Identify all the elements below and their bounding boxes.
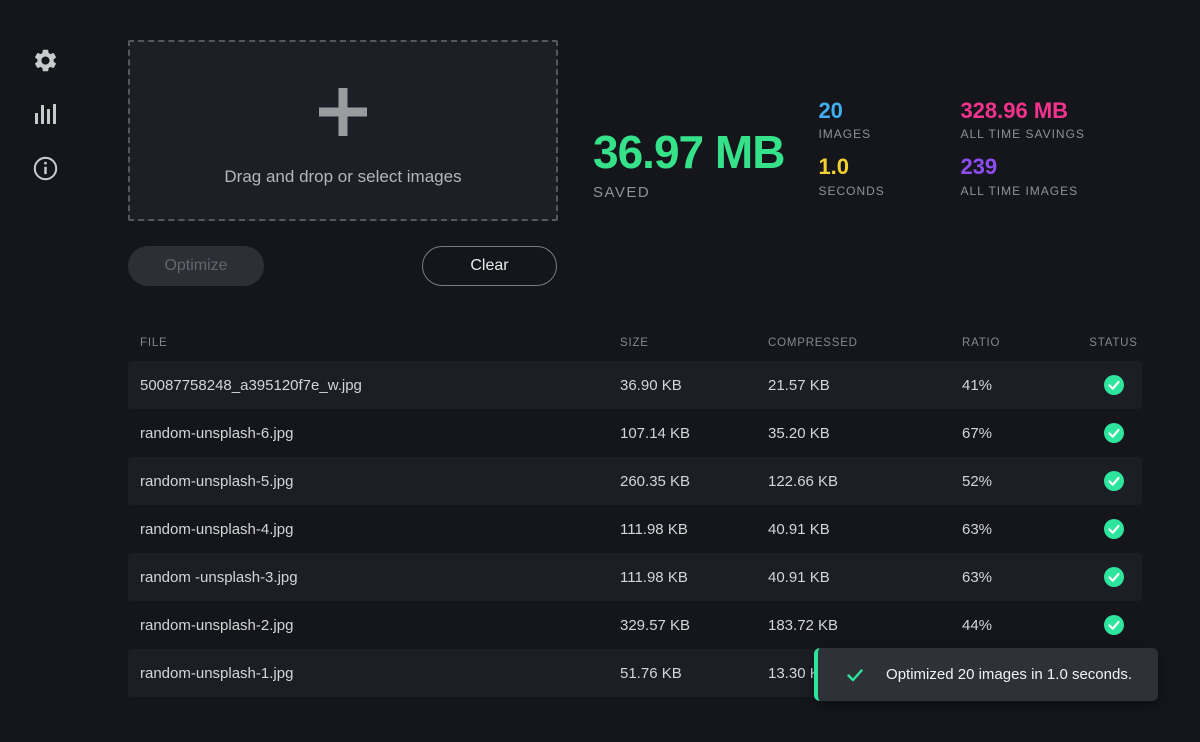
- file-name-cell: random-unsplash-1.jpg: [140, 665, 620, 682]
- column-header-compressed: COMPRESSED: [768, 337, 962, 349]
- success-check-icon: [1104, 423, 1124, 443]
- ratio-cell: 63%: [962, 569, 1085, 586]
- stat-label: ALL TIME IMAGES: [960, 184, 1084, 198]
- bar-chart-icon: [32, 101, 58, 127]
- column-header-ratio: RATIO: [962, 337, 1085, 349]
- results-table: FILE SIZE COMPRESSED RATIO STATUS 500877…: [128, 330, 1142, 697]
- ratio-cell: 41%: [962, 377, 1085, 394]
- size-cell: 260.35 KB: [620, 473, 768, 490]
- status-cell: [1085, 615, 1142, 635]
- success-check-icon: [1104, 615, 1124, 635]
- stat-label: ALL TIME SAVINGS: [960, 127, 1084, 141]
- table-row: random -unsplash-3.jpg111.98 KB40.91 KB6…: [128, 553, 1142, 601]
- ratio-cell: 67%: [962, 425, 1085, 442]
- size-cell: 111.98 KB: [620, 521, 768, 538]
- stat-label: SECONDS: [818, 184, 960, 198]
- clear-button[interactable]: Clear: [422, 246, 557, 286]
- compressed-cell: 122.66 KB: [768, 473, 962, 490]
- actions-row: Optimize Clear: [128, 246, 1142, 286]
- compressed-cell: 35.20 KB: [768, 425, 962, 442]
- dropzone[interactable]: Drag and drop or select images: [128, 40, 558, 221]
- file-name-cell: random-unsplash-6.jpg: [140, 425, 620, 442]
- ratio-cell: 63%: [962, 521, 1085, 538]
- file-name-cell: 50087758248_a395120f7e_w.jpg: [140, 377, 620, 394]
- stat-value: 1.0: [818, 154, 960, 179]
- table-row: random-unsplash-6.jpg107.14 KB35.20 KB67…: [128, 409, 1142, 457]
- stat-value: 328.96 MB: [960, 98, 1084, 123]
- size-cell: 51.76 KB: [620, 665, 768, 682]
- plus-icon: [319, 88, 367, 141]
- settings-button[interactable]: [31, 46, 59, 74]
- stat-value: 239: [960, 154, 1084, 179]
- compressed-cell: 40.91 KB: [768, 569, 962, 586]
- stat-item: 1.0 SECONDS: [818, 154, 960, 197]
- status-cell: [1085, 423, 1142, 443]
- compressed-cell: 21.57 KB: [768, 377, 962, 394]
- size-cell: 36.90 KB: [620, 377, 768, 394]
- file-name-cell: random-unsplash-4.jpg: [140, 521, 620, 538]
- stat-label: IMAGES: [818, 127, 960, 141]
- stat-value: 20: [818, 98, 960, 123]
- stat-item: 239 ALL TIME IMAGES: [960, 154, 1084, 197]
- stat-grid: 20 IMAGES 1.0 SECONDS 328.96 MB ALL TIME SAVI…: [818, 98, 1084, 198]
- column-header-size: SIZE: [620, 337, 768, 349]
- toast-message: Optimized 20 images in 1.0 seconds.: [886, 666, 1132, 683]
- table-row: random-unsplash-2.jpg329.57 KB183.72 KB4…: [128, 601, 1142, 649]
- status-cell: [1085, 471, 1142, 491]
- success-check-icon: [1104, 375, 1124, 395]
- table-header: FILE SIZE COMPRESSED RATIO STATUS: [128, 330, 1142, 356]
- saved-label: SAVED: [593, 184, 784, 201]
- main-content: Drag and drop or select images 36.97 MB …: [128, 40, 1142, 697]
- optimize-button[interactable]: Optimize: [128, 246, 264, 286]
- status-cell: [1085, 567, 1142, 587]
- table-row: random-unsplash-5.jpg260.35 KB122.66 KB5…: [128, 457, 1142, 505]
- compressed-cell: 40.91 KB: [768, 521, 962, 538]
- file-name-cell: random -unsplash-3.jpg: [140, 569, 620, 586]
- dropzone-label: Drag and drop or select images: [224, 167, 461, 187]
- stat-item: 328.96 MB ALL TIME SAVINGS: [960, 98, 1084, 141]
- info-icon: [32, 155, 59, 182]
- stats-button[interactable]: [31, 100, 59, 128]
- table-rows: 50087758248_a395120f7e_w.jpg36.90 KB21.5…: [128, 361, 1142, 697]
- saved-value: 36.97 MB: [593, 128, 784, 176]
- info-button[interactable]: [31, 154, 59, 182]
- table-row: 50087758248_a395120f7e_w.jpg36.90 KB21.5…: [128, 361, 1142, 409]
- stat-item: 20 IMAGES: [818, 98, 960, 141]
- status-cell: [1085, 375, 1142, 395]
- toast-notification: Optimized 20 images in 1.0 seconds.: [814, 648, 1158, 701]
- ratio-cell: 44%: [962, 617, 1085, 634]
- status-cell: [1085, 519, 1142, 539]
- size-cell: 111.98 KB: [620, 569, 768, 586]
- sidebar: [0, 0, 90, 742]
- column-header-file: FILE: [140, 337, 620, 349]
- gear-icon: [32, 47, 59, 74]
- success-check-icon: [1104, 471, 1124, 491]
- success-check-icon: [1104, 567, 1124, 587]
- table-row: random-unsplash-4.jpg111.98 KB40.91 KB63…: [128, 505, 1142, 553]
- check-icon: [846, 666, 864, 684]
- size-cell: 329.57 KB: [620, 617, 768, 634]
- saved-stat: 36.97 MB SAVED: [593, 128, 784, 201]
- success-check-icon: [1104, 519, 1124, 539]
- compressed-cell: 183.72 KB: [768, 617, 962, 634]
- size-cell: 107.14 KB: [620, 425, 768, 442]
- file-name-cell: random-unsplash-5.jpg: [140, 473, 620, 490]
- ratio-cell: 52%: [962, 473, 1085, 490]
- file-name-cell: random-unsplash-2.jpg: [140, 617, 620, 634]
- column-header-status: STATUS: [1085, 337, 1142, 349]
